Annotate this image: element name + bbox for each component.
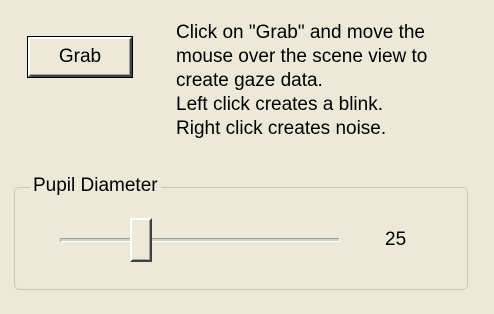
instruction-line: create gaze data. <box>176 70 323 91</box>
instruction-line: Left click creates a blink. <box>176 94 383 115</box>
instruction-line: Right click creates noise. <box>176 118 387 139</box>
instructions-text: Click on "Grab" and move the mouse over … <box>176 21 476 141</box>
grab-button[interactable]: Grab <box>28 37 132 77</box>
pupil-diameter-value: 25 <box>385 229 407 250</box>
pupil-diameter-slider-track[interactable] <box>60 238 340 242</box>
instruction-line: mouse over the scene view to <box>176 46 428 67</box>
instruction-line: Click on "Grab" and move the <box>176 22 425 43</box>
pupil-diameter-label: Pupil Diameter <box>30 174 161 198</box>
pupil-diameter-slider-thumb[interactable] <box>129 218 152 262</box>
gaze-simulator-panel: Grab Click on "Grab" and move the mouse … <box>0 0 494 314</box>
